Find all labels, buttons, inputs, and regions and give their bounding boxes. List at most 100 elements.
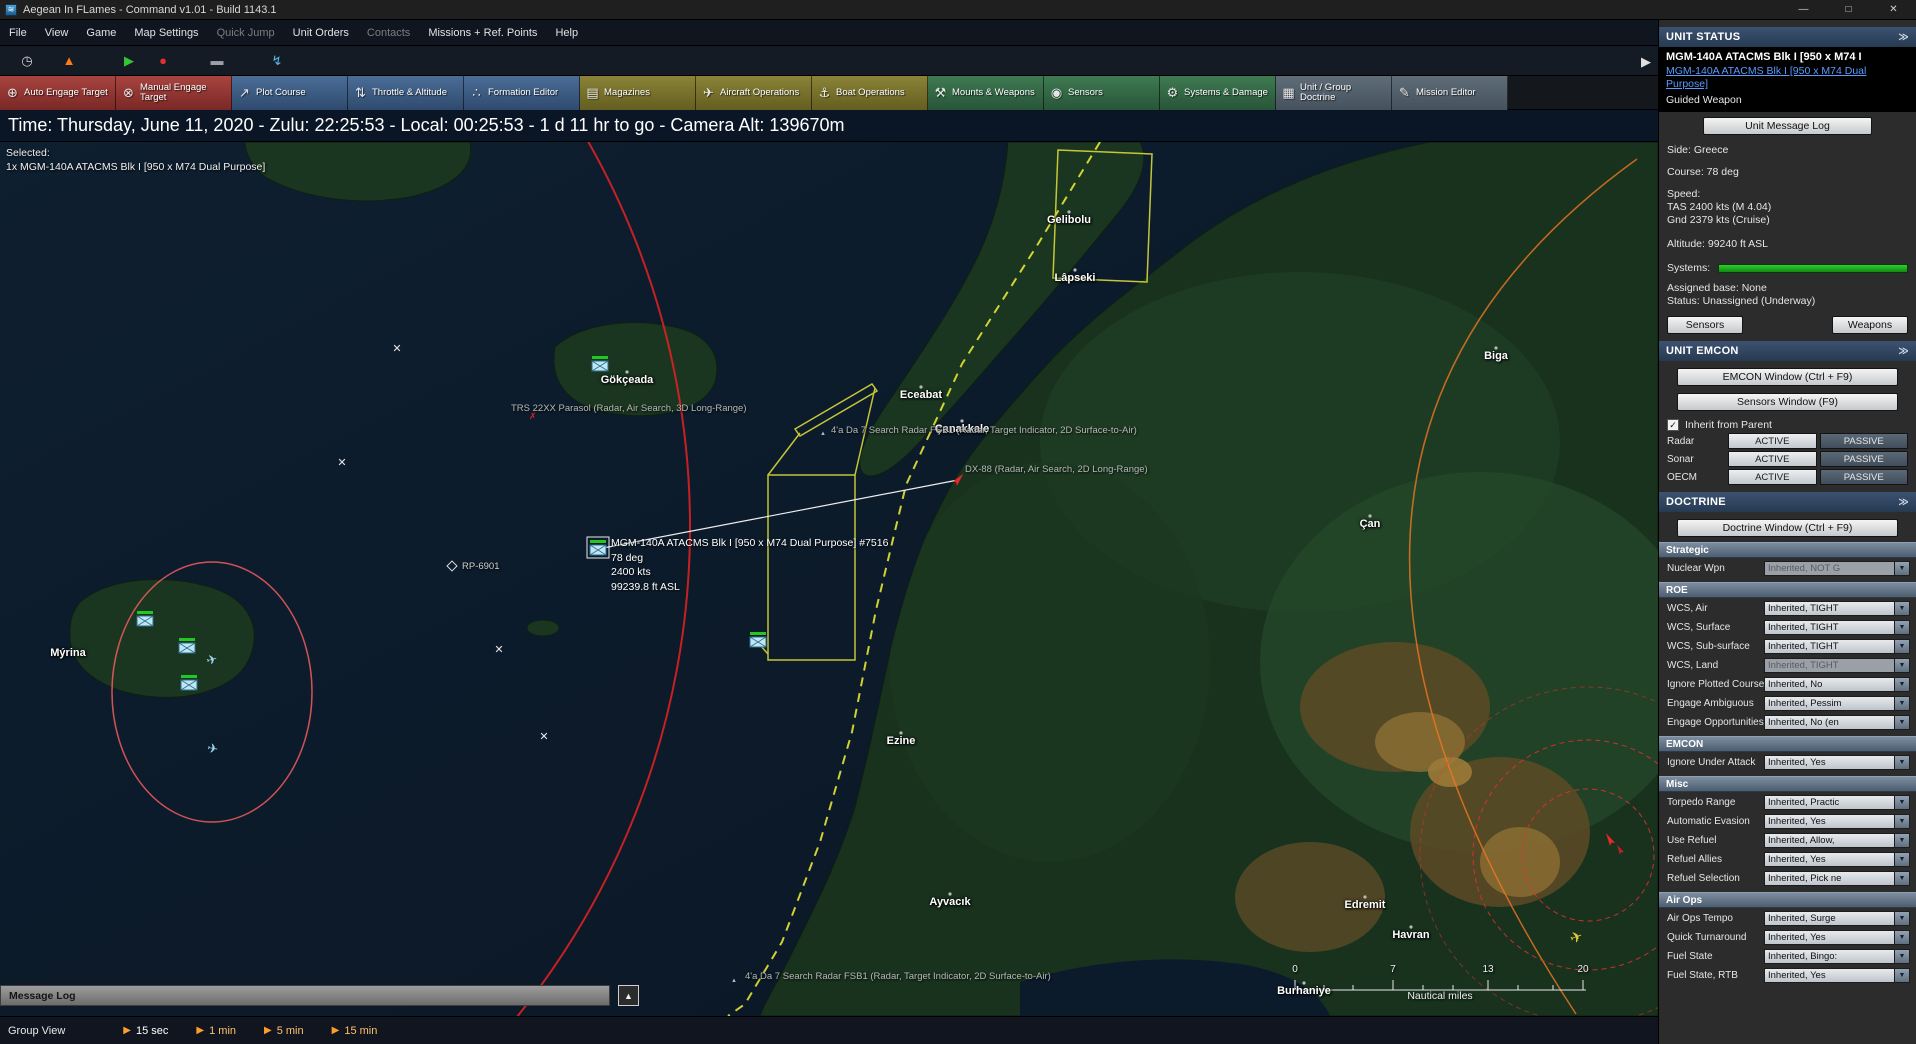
menu-item-help[interactable]: Help (546, 20, 587, 46)
radar-site-icon[interactable]: ✗ (529, 411, 537, 421)
speed-1min-button[interactable]: ▶ 1 min (196, 1025, 236, 1037)
doctrine-dropdown[interactable]: Inherited, Practic▼ (1764, 795, 1910, 810)
menu-item-view[interactable]: View (36, 20, 78, 46)
manual-engage-target-button[interactable]: ⊗Manual Engage Target (116, 76, 232, 110)
dropdown-icon[interactable]: ▼ (1895, 968, 1910, 983)
doctrine-dropdown[interactable]: Inherited, TIGHT▼ (1764, 620, 1910, 635)
auto-engage-target-button[interactable]: ⊕Auto Engage Target (0, 76, 116, 110)
surface-unit-lemnos-3[interactable] (181, 675, 197, 690)
menu-item-unit-orders[interactable]: Unit Orders (284, 20, 358, 46)
dropdown-icon[interactable]: ▼ (1895, 639, 1910, 654)
dropdown-icon[interactable]: ▼ (1895, 658, 1910, 673)
doctrine-dropdown[interactable]: Inherited, TIGHT▼ (1764, 658, 1910, 673)
unit-status-header[interactable]: UNIT STATUS ≫ (1659, 27, 1916, 47)
inherit-from-parent-checkbox[interactable]: ✓ (1667, 419, 1679, 431)
unit-database-link[interactable]: MGM-140A ATACMS Blk I [950 x M74 Dual Pu… (1666, 65, 1896, 91)
throttle-altitude-button[interactable]: ⇅Throttle & Altitude (348, 76, 464, 110)
minimize-button[interactable]: — (1781, 0, 1826, 19)
map[interactable]: ✈ ✈ ✈ ✗ ▲ ▲ ✕✕✕✕ (0, 142, 1658, 1016)
sam-radar-icon[interactable]: ▲ (820, 431, 826, 437)
weapons-panel-button[interactable]: Weapons (1832, 316, 1908, 334)
dropdown-icon[interactable]: ▼ (1895, 755, 1910, 770)
oecm-passive-button[interactable]: PASSIVE (1820, 469, 1909, 485)
close-button[interactable]: ✕ (1871, 0, 1916, 19)
doctrine-dropdown[interactable]: Inherited, TIGHT▼ (1764, 639, 1910, 654)
dropdown-icon[interactable]: ▼ (1895, 715, 1910, 730)
doctrine-dropdown[interactable]: Inherited, Pessim▼ (1764, 696, 1910, 711)
speed-15sec-button[interactable]: ▶ 15 sec (123, 1025, 168, 1037)
mission-editor-button[interactable]: ✎Mission Editor (1392, 76, 1508, 110)
aircraft-operations-button[interactable]: ✈Aircraft Operations (696, 76, 812, 110)
oecm-active-button[interactable]: ACTIVE (1728, 469, 1817, 485)
formation-editor-button[interactable]: ∴Formation Editor (464, 76, 580, 110)
dropdown-icon[interactable]: ▼ (1895, 833, 1910, 848)
collapse-chevron-icon[interactable]: ≫ (1898, 346, 1909, 357)
unit-group-doctrine-button[interactable]: ▦Unit / Group Doctrine (1276, 76, 1392, 110)
doctrine-header[interactable]: DOCTRINE ≫ (1659, 492, 1916, 512)
record-icon[interactable]: ● (150, 49, 176, 73)
radar-active-button[interactable]: ACTIVE (1728, 433, 1817, 449)
panel-expand-arrow[interactable]: ▶ (1636, 50, 1656, 74)
doctrine-dropdown[interactable]: Inherited, No▼ (1764, 677, 1910, 692)
surface-unit-lemnos-1[interactable] (137, 611, 153, 626)
radar-passive-button[interactable]: PASSIVE (1820, 433, 1909, 449)
message-log-bar[interactable]: Message Log (0, 985, 610, 1006)
menu-item-game[interactable]: Game (77, 20, 125, 46)
scenario-flame-icon[interactable]: ▲ (56, 49, 82, 73)
dropdown-icon[interactable]: ▼ (1895, 561, 1910, 576)
doctrine-dropdown[interactable]: Inherited, No (en▼ (1764, 715, 1910, 730)
time-compression-clock-icon[interactable]: ◷ (14, 49, 40, 73)
magazines-button[interactable]: ▤Magazines (580, 76, 696, 110)
speed-15min-button[interactable]: ▶ 15 min (332, 1025, 378, 1037)
group-view-button[interactable]: Group View (8, 1025, 65, 1037)
surface-unit-lemnos-2[interactable] (179, 638, 195, 653)
dropdown-icon[interactable]: ▼ (1895, 795, 1910, 810)
doctrine-dropdown[interactable]: Inherited, Pick ne▼ (1764, 871, 1910, 886)
speed-5min-button[interactable]: ▶ 5 min (264, 1025, 304, 1037)
lightning-icon[interactable]: ↯ (264, 49, 290, 73)
sam-radar-icon-2[interactable]: ▲ (731, 978, 737, 984)
doctrine-dropdown[interactable]: Inherited, Allow,▼ (1764, 833, 1910, 848)
surface-unit-gokceada[interactable] (592, 356, 608, 371)
sensors-window-button[interactable]: Sensors Window (F9) (1677, 393, 1898, 411)
eraser-icon[interactable]: ▬ (204, 49, 230, 73)
doctrine-dropdown[interactable]: Inherited, Yes▼ (1764, 930, 1910, 945)
dropdown-icon[interactable]: ▼ (1895, 930, 1910, 945)
menu-item-map-settings[interactable]: Map Settings (125, 20, 207, 46)
dropdown-icon[interactable]: ▼ (1895, 677, 1910, 692)
dropdown-icon[interactable]: ▼ (1895, 814, 1910, 829)
dropdown-icon[interactable]: ▼ (1895, 601, 1910, 616)
sonar-passive-button[interactable]: PASSIVE (1820, 451, 1909, 467)
systems-damage-button[interactable]: ⚙Systems & Damage (1160, 76, 1276, 110)
selected-unit-icon[interactable] (587, 537, 609, 558)
dropdown-icon[interactable]: ▼ (1895, 696, 1910, 711)
doctrine-window-button[interactable]: Doctrine Window (Ctrl + F9) (1677, 519, 1898, 537)
doctrine-dropdown[interactable]: Inherited, Bingo:▼ (1764, 949, 1910, 964)
doctrine-dropdown[interactable]: Inherited, Yes▼ (1764, 755, 1910, 770)
menu-item-missions-ref-points[interactable]: Missions + Ref. Points (419, 20, 546, 46)
dropdown-icon[interactable]: ▼ (1895, 911, 1910, 926)
surface-unit-center[interactable] (750, 632, 766, 647)
emcon-window-button[interactable]: EMCON Window (Ctrl + F9) (1677, 368, 1898, 386)
message-log-expand-button[interactable]: ▲ (618, 985, 639, 1006)
sonar-active-button[interactable]: ACTIVE (1728, 451, 1817, 467)
dropdown-icon[interactable]: ▼ (1895, 852, 1910, 867)
doctrine-dropdown[interactable]: Inherited, Yes▼ (1764, 968, 1910, 983)
play-icon[interactable]: ▶ (116, 49, 142, 73)
sensors-panel-button[interactable]: Sensors (1667, 316, 1743, 334)
menu-item-file[interactable]: File (0, 20, 36, 46)
unit-emcon-header[interactable]: UNIT EMCON ≫ (1659, 341, 1916, 361)
plot-course-button[interactable]: ↗Plot Course (232, 76, 348, 110)
dropdown-icon[interactable]: ▼ (1895, 871, 1910, 886)
sensors-button[interactable]: ◉Sensors (1044, 76, 1160, 110)
doctrine-dropdown[interactable]: Inherited, NOT G▼ (1764, 561, 1910, 576)
maximize-button[interactable]: □ (1826, 0, 1871, 19)
dropdown-icon[interactable]: ▼ (1895, 949, 1910, 964)
collapse-chevron-icon[interactable]: ≫ (1898, 32, 1909, 43)
doctrine-dropdown[interactable]: Inherited, Yes▼ (1764, 814, 1910, 829)
doctrine-dropdown[interactable]: Inherited, Surge▼ (1764, 911, 1910, 926)
doctrine-dropdown[interactable]: Inherited, Yes▼ (1764, 852, 1910, 867)
unit-message-log-button[interactable]: Unit Message Log (1703, 117, 1872, 135)
mounts-weapons-button[interactable]: ⚒Mounts & Weapons (928, 76, 1044, 110)
boat-operations-button[interactable]: ⚓Boat Operations (812, 76, 928, 110)
